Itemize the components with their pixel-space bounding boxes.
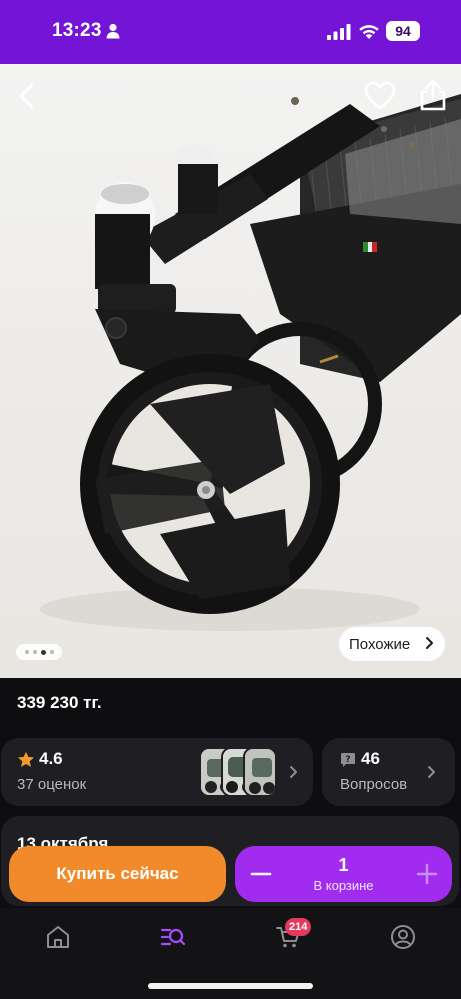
chevron-right-icon bbox=[426, 637, 433, 649]
questions-count: 46 bbox=[361, 749, 380, 768]
catalog-icon[interactable] bbox=[160, 924, 186, 950]
product-photo bbox=[40, 94, 461, 631]
cart-quantity-stepper[interactable]: 1 В корзине bbox=[235, 846, 452, 902]
svg-text:?: ? bbox=[345, 755, 350, 765]
back-icon[interactable] bbox=[12, 80, 44, 112]
home-icon[interactable] bbox=[45, 924, 71, 950]
wifi-icon bbox=[359, 25, 379, 39]
in-cart-label: В корзине bbox=[313, 878, 374, 893]
profile-icon[interactable] bbox=[390, 924, 416, 950]
signal-icon bbox=[327, 24, 351, 40]
similar-button[interactable]: Похожие bbox=[339, 627, 445, 661]
gallery-pager bbox=[16, 644, 62, 660]
star-icon bbox=[17, 751, 35, 767]
chevron-right-icon bbox=[290, 766, 297, 778]
battery-icon: 94 bbox=[386, 21, 420, 41]
rating-value: 4.6 bbox=[39, 749, 63, 768]
person-icon bbox=[106, 23, 120, 39]
similar-label: Похожие bbox=[349, 635, 411, 653]
pager-dot bbox=[49, 650, 54, 654]
home-indicator bbox=[148, 983, 313, 989]
question-icon: ? bbox=[341, 753, 355, 767]
chevron-right-icon bbox=[428, 766, 435, 778]
review-photos[interactable] bbox=[199, 747, 281, 797]
review-photo bbox=[243, 747, 277, 797]
plus-icon[interactable] bbox=[415, 862, 439, 886]
cart-quantity: 1 bbox=[338, 855, 349, 875]
cart-badge: 214 bbox=[285, 918, 312, 936]
status-time: 13:23 bbox=[52, 20, 102, 41]
heart-icon[interactable] bbox=[364, 81, 396, 111]
status-bar: 13:23 94 bbox=[0, 0, 461, 64]
questions-card[interactable]: ? 46 Вопросов bbox=[322, 738, 455, 806]
share-icon[interactable] bbox=[418, 78, 448, 112]
pager-dot bbox=[32, 650, 37, 654]
buy-now-button[interactable]: Купить сейчас bbox=[9, 846, 226, 902]
product-price: 339 230 тг. bbox=[17, 693, 102, 712]
product-image-gallery[interactable]: Похожие bbox=[0, 64, 461, 678]
pager-dot bbox=[24, 650, 29, 654]
questions-label: Вопросов bbox=[340, 776, 408, 793]
rating-count: 37 оценок bbox=[17, 776, 87, 793]
rating-card[interactable]: 4.6 37 оценок bbox=[1, 738, 313, 806]
minus-icon[interactable] bbox=[249, 864, 273, 884]
pager-dot-active bbox=[40, 649, 46, 655]
